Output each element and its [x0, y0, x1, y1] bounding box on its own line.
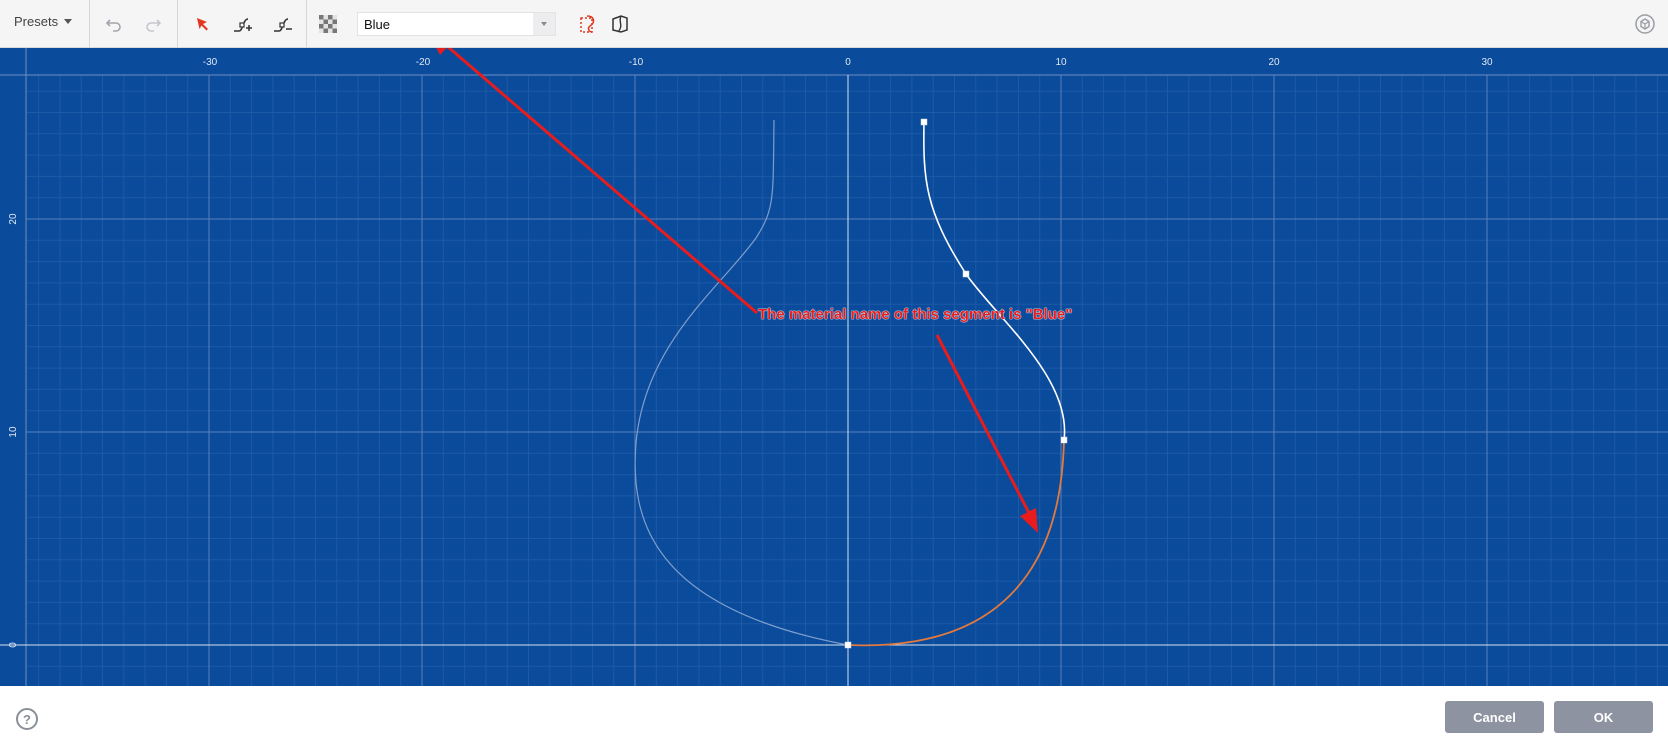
y-tick-label: 20: [8, 213, 19, 225]
minor-grid: [26, 75, 1668, 686]
y-tick-label: 0: [8, 642, 19, 648]
remove-point-icon: [274, 18, 292, 32]
undo-icon: [105, 19, 121, 32]
remove-point-button[interactable]: [267, 9, 297, 39]
redo-icon: [146, 19, 162, 32]
profile-canvas[interactable]: -30 -20 -10 0 10 20 30 20 10 0: [0, 48, 1668, 686]
toolbar: Presets Blue: [0, 0, 1668, 48]
select-arrow-icon: [197, 18, 208, 31]
ok-button[interactable]: OK: [1554, 701, 1653, 733]
add-point-button[interactable]: [227, 9, 257, 39]
annotation-arrow-to-dropdown: [436, 48, 758, 315]
material-select-value: Blue: [364, 17, 391, 32]
control-point[interactable]: [1060, 436, 1068, 444]
settings-button[interactable]: [1630, 9, 1660, 39]
dialog-footer: ? Cancel OK: [0, 686, 1668, 746]
annotation-callout: The material name of this segment is "Bl…: [758, 306, 1073, 323]
lathe-view-button[interactable]: [605, 9, 635, 39]
presets-menu[interactable]: Presets: [14, 14, 73, 29]
profile-view-button[interactable]: [573, 9, 603, 39]
undo-button[interactable]: [99, 9, 129, 39]
profile-view-icon: [580, 15, 595, 33]
x-tick-label: 20: [1268, 57, 1280, 68]
help-icon[interactable]: ?: [16, 708, 38, 730]
annotation-arrow-to-segment: [935, 334, 1038, 533]
control-point[interactable]: [920, 118, 928, 126]
profile-curve-segment[interactable]: [923, 121, 1066, 441]
x-tick-label: 30: [1481, 57, 1493, 68]
toolbar-divider: [306, 0, 307, 48]
selected-curve-segment[interactable]: [847, 439, 1065, 647]
toolbar-divider: [89, 0, 90, 48]
y-tick-label: 10: [8, 426, 19, 438]
material-checker-icon: [319, 15, 337, 33]
add-point-icon: [234, 18, 252, 32]
control-point[interactable]: [844, 641, 852, 649]
select-tool-button[interactable]: [188, 9, 218, 39]
x-tick-label: -20: [416, 57, 431, 68]
chevron-down-icon: [64, 19, 73, 24]
redo-button[interactable]: [138, 9, 168, 39]
profile-editor-svg[interactable]: -30 -20 -10 0 10 20 30 20 10 0: [0, 48, 1668, 686]
y-tick-labels: 20 10 0: [8, 213, 19, 648]
settings-icon: [1635, 14, 1655, 34]
x-tick-label: 10: [1055, 57, 1067, 68]
material-select[interactable]: Blue: [357, 12, 556, 36]
toolbar-divider: [177, 0, 178, 48]
material-button[interactable]: [313, 9, 343, 39]
x-tick-labels: -30 -20 -10 0 10 20 30: [203, 57, 1493, 68]
x-tick-label: -30: [203, 57, 218, 68]
major-grid: [26, 75, 1668, 686]
x-tick-label: -10: [629, 57, 644, 68]
lathe-view-icon: [612, 15, 628, 33]
control-point[interactable]: [962, 270, 970, 278]
presets-label: Presets: [14, 14, 59, 29]
chevron-down-icon[interactable]: [533, 13, 555, 35]
x-tick-label: 0: [845, 57, 851, 68]
cancel-button[interactable]: Cancel: [1445, 701, 1544, 733]
